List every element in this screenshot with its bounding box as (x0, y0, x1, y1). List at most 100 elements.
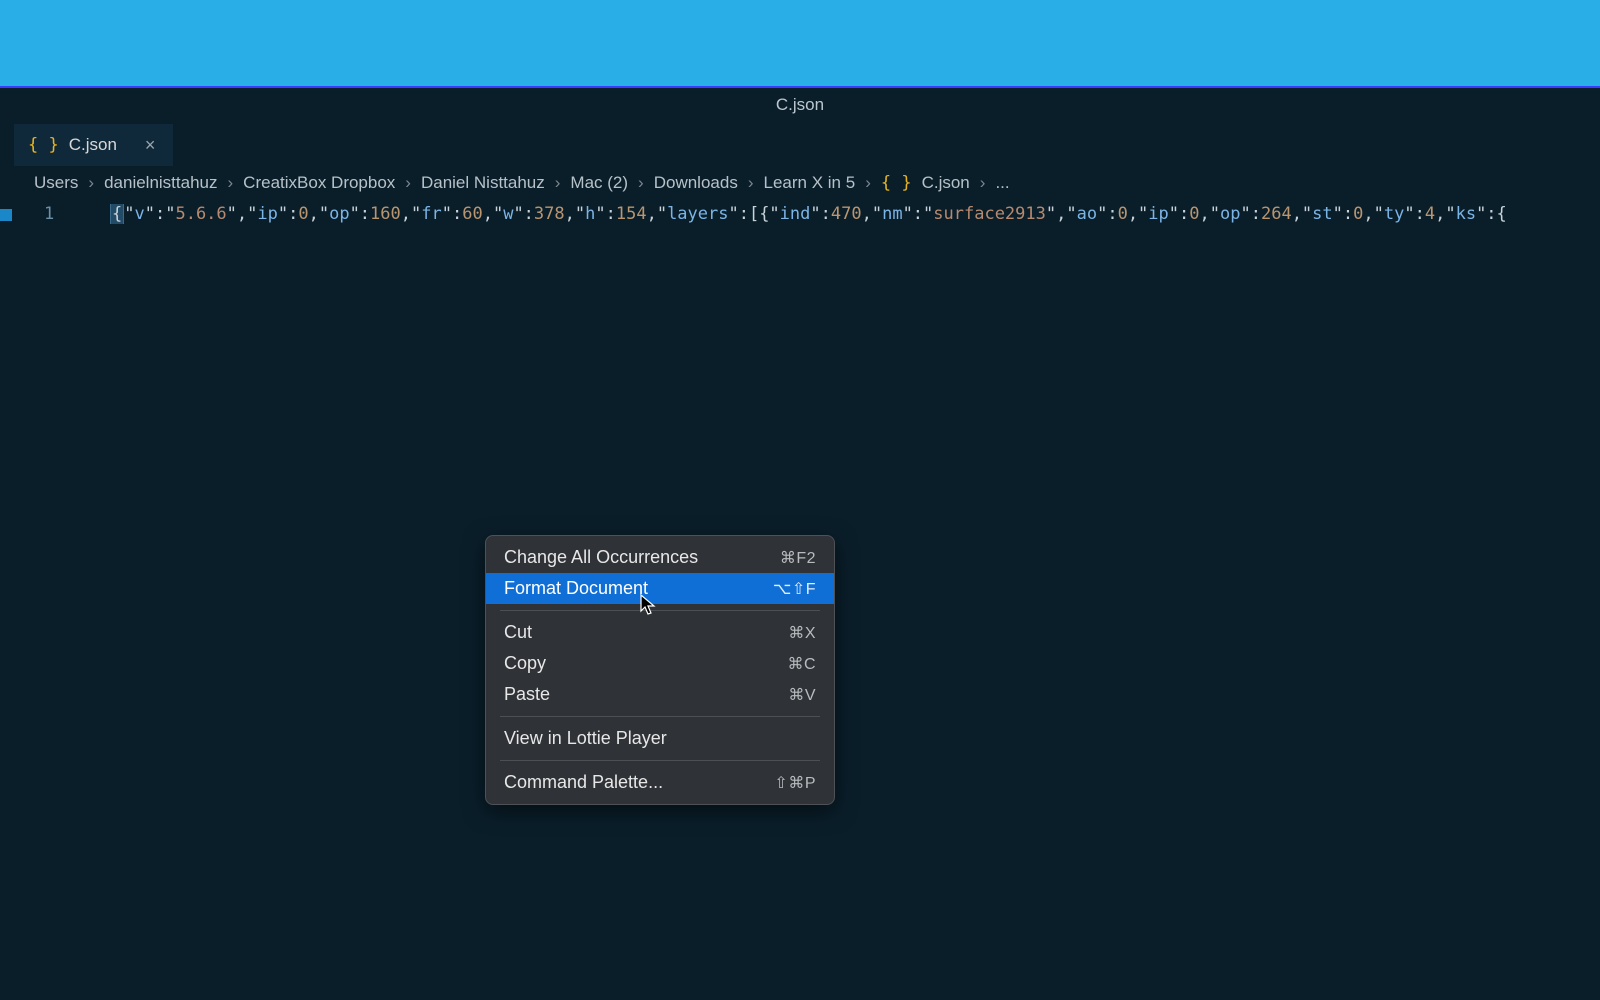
json-braces-icon: { } (28, 135, 59, 155)
menu-item[interactable]: Format Document ⌥⇧F (486, 573, 834, 604)
code-token: ," (309, 204, 329, 224)
code-token: ," (1128, 204, 1148, 224)
code-token: ks (1456, 204, 1476, 224)
code-token: ": (1404, 204, 1424, 224)
breadcrumb-segment[interactable]: Daniel Nisttahuz (421, 173, 545, 193)
code-token: nm (882, 204, 902, 224)
menu-item-label: Cut (504, 622, 532, 643)
code-token: st (1312, 204, 1332, 224)
code-token: ," (862, 204, 882, 224)
editor-area[interactable]: 1 {"v":"5.6.6","ip":0,"op":160,"fr":60,"… (0, 198, 1600, 238)
menu-separator (500, 760, 820, 761)
breadcrumb-segment[interactable]: Users (34, 173, 78, 193)
menu-item-label: Copy (504, 653, 546, 674)
breadcrumb-ellipsis[interactable]: ... (995, 173, 1009, 193)
code-token: 0 (1189, 204, 1199, 224)
code-token: ":{ (1476, 204, 1507, 224)
chevron-right-icon: › (980, 173, 986, 193)
menu-item-shortcut: ⌥⇧F (773, 579, 816, 599)
code-token: 160 (370, 204, 401, 224)
code-token: 0 (1353, 204, 1363, 224)
code-token: 378 (534, 204, 565, 224)
code-token: ," (1435, 204, 1455, 224)
code-token: ": (278, 204, 298, 224)
code-token: ao (1077, 204, 1097, 224)
menu-item[interactable]: View in Lottie Player (486, 723, 834, 754)
top-accent-band (0, 0, 1600, 86)
code-token: 470 (831, 204, 862, 224)
code-token: w (503, 204, 513, 224)
breadcrumb-file[interactable]: C.json (922, 173, 970, 193)
close-tab-icon[interactable]: × (145, 135, 156, 156)
context-menu[interactable]: Change All Occurrences⌘F2Format Document… (485, 535, 835, 805)
code-token: ": (810, 204, 830, 224)
breadcrumb-segment[interactable]: Mac (2) (570, 173, 628, 193)
chevron-right-icon: › (405, 173, 411, 193)
menu-item-label: Change All Occurrences (504, 547, 698, 568)
code-token: ," (647, 204, 667, 224)
breadcrumb[interactable]: Users › danielnisttahuz › CreatixBox Dropbox… (0, 168, 1600, 198)
code-token: 154 (616, 204, 647, 224)
menu-item-label: View in Lottie Player (504, 728, 667, 749)
code-token: ," (401, 204, 421, 224)
code-token: ": (513, 204, 533, 224)
code-token: "," (1046, 204, 1077, 224)
menu-item-shortcut: ⌘C (787, 654, 816, 674)
code-token: ," (565, 204, 585, 224)
editor-tab[interactable]: { } C.json × (14, 124, 173, 166)
breadcrumb-segment[interactable]: danielnisttahuz (104, 173, 217, 193)
code-token: ": (1169, 204, 1189, 224)
menu-separator (500, 610, 820, 611)
overview-ruler-marker (0, 209, 12, 221)
menu-item-label: Command Palette... (504, 772, 663, 793)
line-number: 1 (44, 204, 54, 224)
json-braces-icon: { } (881, 173, 912, 193)
chevron-right-icon: › (748, 173, 754, 193)
code-token: ": (442, 204, 462, 224)
menu-item-shortcut: ⌘V (788, 685, 816, 705)
code-token: ," (1363, 204, 1383, 224)
code-token: surface2913 (933, 204, 1046, 224)
chevron-right-icon: › (865, 173, 871, 193)
code-token: ," (483, 204, 503, 224)
code-token: ": (595, 204, 615, 224)
code-token: op (1220, 204, 1240, 224)
code-token: ," (1292, 204, 1312, 224)
code-token: ip (1148, 204, 1168, 224)
code-token: ": (1097, 204, 1117, 224)
menu-item-shortcut: ⇧⌘P (774, 773, 816, 793)
code-token: { (110, 204, 124, 224)
code-token: ":" (145, 204, 176, 224)
code-token: 264 (1261, 204, 1292, 224)
tab-filename: C.json (69, 135, 117, 155)
code-token: 0 (298, 204, 308, 224)
code-token: layers (667, 204, 728, 224)
code-token: ":" (903, 204, 934, 224)
code-token: " (124, 204, 134, 224)
menu-item[interactable]: Change All Occurrences⌘F2 (486, 542, 834, 573)
chevron-right-icon: › (228, 173, 234, 193)
breadcrumb-segment[interactable]: Downloads (654, 173, 738, 193)
menu-item-label: Format Document (504, 578, 648, 599)
code-token: ind (780, 204, 811, 224)
menu-item-label: Paste (504, 684, 550, 705)
chevron-right-icon: › (638, 173, 644, 193)
code-token: op (329, 204, 349, 224)
menu-item[interactable]: Paste ⌘V (486, 679, 834, 710)
breadcrumb-segment[interactable]: Learn X in 5 (764, 173, 856, 193)
chevron-right-icon: › (555, 173, 561, 193)
breadcrumb-segment[interactable]: CreatixBox Dropbox (243, 173, 395, 193)
code-token: ": (1240, 204, 1260, 224)
code-token: 4 (1425, 204, 1435, 224)
window-title: C.json (776, 95, 824, 115)
menu-item[interactable]: Copy ⌘C (486, 648, 834, 679)
menu-item-shortcut: ⌘X (788, 623, 816, 643)
code-token: fr (421, 204, 441, 224)
code-token: 0 (1118, 204, 1128, 224)
code-token: h (585, 204, 595, 224)
code-token: v (135, 204, 145, 224)
code-line[interactable]: {"v":"5.6.6","ip":0,"op":160,"fr":60,"w"… (110, 204, 1600, 224)
code-token: ": (1333, 204, 1353, 224)
menu-item[interactable]: Cut ⌘X (486, 617, 834, 648)
menu-item[interactable]: Command Palette... ⇧⌘P (486, 767, 834, 798)
